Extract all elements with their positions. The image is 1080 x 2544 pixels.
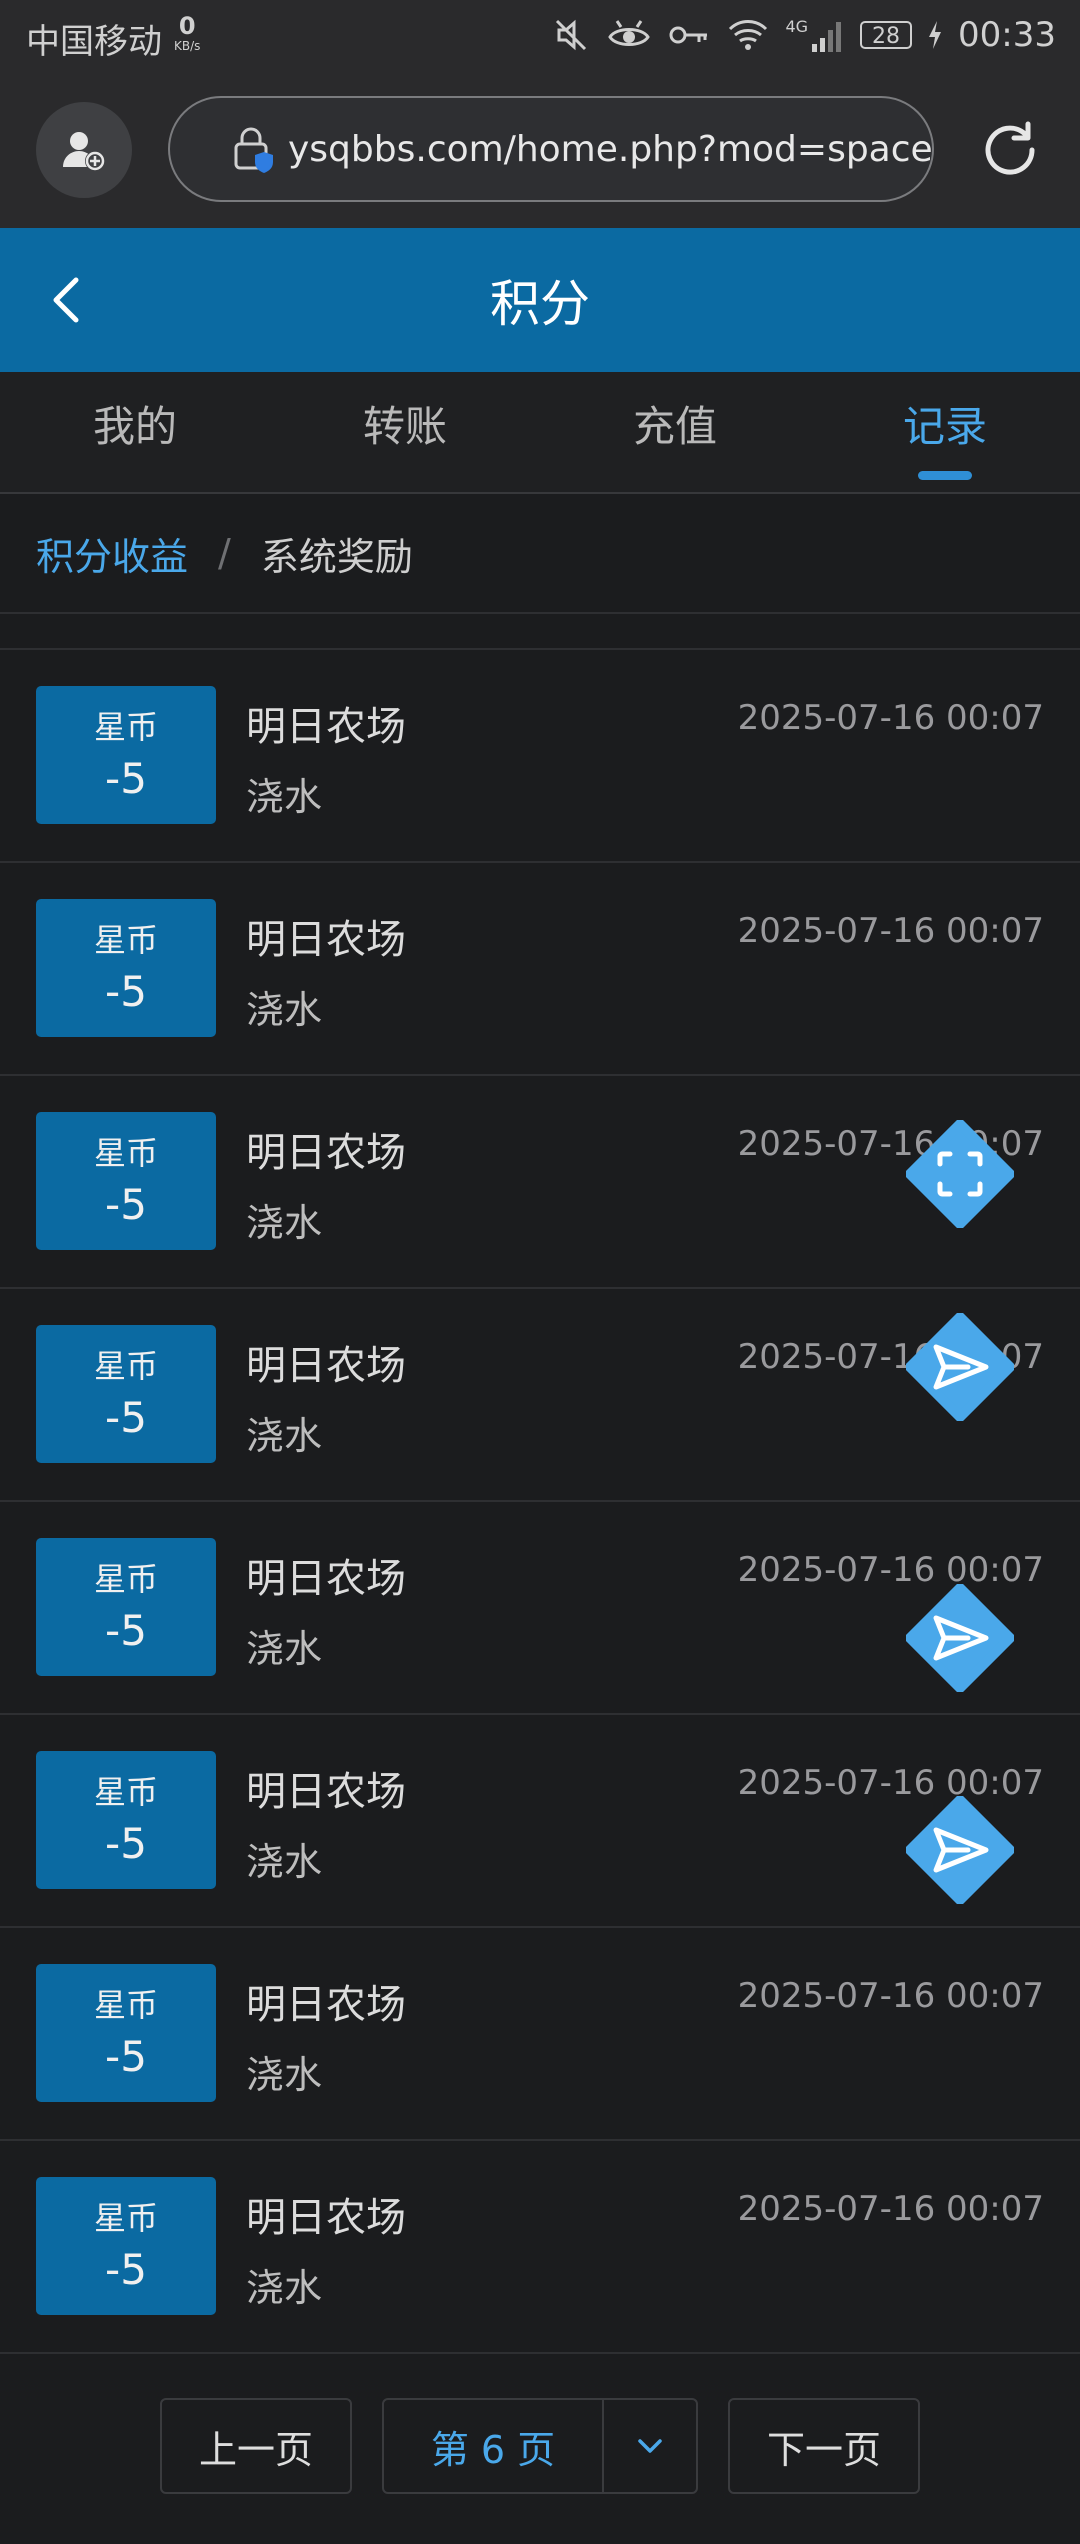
charging-icon — [929, 21, 942, 49]
screenshot-frame-icon[interactable] — [906, 1120, 1014, 1228]
credit-badge: 星币 -5 — [36, 1538, 216, 1676]
credit-type: 星币 — [93, 708, 158, 746]
chevron-down-icon — [638, 2439, 662, 2453]
record-subtitle: 浇水 — [246, 1201, 323, 1245]
url-text: ysqbbs.com/home.php?mod=spacecp — [288, 128, 934, 170]
credit-type: 星币 — [93, 1986, 158, 2024]
record-title: 明日农场 — [246, 1556, 406, 1602]
page-title: 积分 — [490, 275, 590, 333]
credit-amount: -5 — [105, 754, 147, 803]
status-icons: 4G 28 00:33 — [551, 10, 1056, 60]
credit-type: 星币 — [93, 1560, 158, 1598]
tab-bar: 我的 转账 充值 记录 — [0, 372, 1080, 494]
record-title: 明日农场 — [246, 1343, 406, 1389]
battery-indicator: 28 — [860, 21, 913, 49]
record-title: 明日农场 — [246, 1769, 406, 1815]
page-select[interactable]: 第 6 页 — [382, 2398, 698, 2494]
record-subtitle: 浇水 — [246, 1414, 323, 1458]
profile-button[interactable] — [36, 102, 132, 198]
net-speed-value: 0 — [178, 12, 196, 40]
eye-icon — [608, 20, 651, 46]
add-user-icon — [63, 132, 105, 171]
record-row: 星币 -5 明日农场 浇水 2025-07-16 00:07 — [0, 863, 1080, 1076]
credit-badge: 星币 -5 — [36, 1964, 216, 2102]
credit-type: 星币 — [93, 921, 158, 959]
credit-amount: -5 — [105, 1180, 147, 1229]
credit-badge: 星币 -5 — [36, 1325, 216, 1463]
credit-type: 星币 — [93, 1773, 158, 1811]
record-subtitle: 浇水 — [246, 1840, 323, 1884]
network-type-label: 4G — [785, 16, 809, 36]
page-dropdown-toggle[interactable] — [602, 2400, 696, 2492]
credit-amount: -5 — [105, 1606, 147, 1655]
address-bar[interactable]: ysqbbs.com/home.php?mod=spacecp — [168, 96, 934, 202]
credit-badge: 星币 -5 — [36, 1112, 216, 1250]
reload-icon[interactable] — [976, 116, 1044, 184]
pagination: 上一页 第 6 页 下一页 — [0, 2398, 1080, 2494]
record-row: 星币 -5 明日农场 浇水 2025-07-16 00:07 — [0, 1928, 1080, 2141]
breadcrumb-separator: / — [218, 531, 231, 575]
send-icon[interactable] — [906, 1584, 1014, 1692]
record-subtitle: 浇水 — [246, 2053, 323, 2097]
credit-type: 星币 — [93, 1347, 158, 1385]
tab-records[interactable]: 记录 — [810, 372, 1080, 492]
record-subtitle: 浇水 — [246, 1627, 323, 1671]
next-page-button[interactable]: 下一页 — [728, 2398, 920, 2494]
credit-badge: 星币 -5 — [36, 2177, 216, 2315]
record-time: 2025-07-16 00:07 — [737, 911, 1044, 951]
tab-transfer[interactable]: 转账 — [270, 372, 540, 492]
secure-lock-icon — [234, 127, 273, 173]
record-time: 2025-07-16 00:07 — [737, 1976, 1044, 2016]
net-speed-unit: KB/s — [174, 39, 201, 53]
credit-badge: 星币 -5 — [36, 899, 216, 1037]
record-title: 明日农场 — [246, 1982, 406, 2028]
credit-amount: -5 — [105, 1819, 147, 1868]
record-subtitle: 浇水 — [246, 988, 323, 1032]
credit-amount: -5 — [105, 1393, 147, 1442]
record-title: 明日农场 — [246, 2195, 406, 2241]
credit-type: 星币 — [93, 2199, 158, 2237]
prev-page-button[interactable]: 上一页 — [160, 2398, 352, 2494]
record-row: 星币 -5 明日农场 浇水 2025-07-16 00:07 — [0, 2141, 1080, 2354]
tab-recharge[interactable]: 充值 — [540, 372, 810, 492]
send-icon[interactable] — [906, 1313, 1014, 1421]
credit-badge: 星币 -5 — [36, 686, 216, 824]
credit-amount: -5 — [105, 967, 147, 1016]
credit-amount: -5 — [105, 2245, 147, 2294]
breadcrumb-link[interactable]: 积分收益 — [36, 526, 188, 581]
status-bar: 中国移动 0 KB/s 4G 28 00:33 — [0, 0, 1080, 74]
mute-icon — [556, 19, 587, 51]
app-header: 积分 — [0, 228, 1080, 372]
current-page: 第 6 页 — [430, 2427, 556, 2472]
net-speed: 0 KB/s — [174, 14, 200, 52]
send-icon[interactable] — [906, 1796, 1014, 1904]
record-title: 明日农场 — [246, 704, 406, 750]
record-row: 星币 -5 明日农场 浇水 2025-07-16 00:07 — [0, 650, 1080, 863]
record-subtitle: 浇水 — [246, 775, 323, 819]
record-subtitle: 浇水 — [246, 2266, 323, 2310]
breadcrumb-current: 系统奖励 — [260, 534, 413, 579]
clock: 00:33 — [958, 15, 1056, 55]
network-type: 4G — [785, 17, 844, 54]
key-icon — [669, 26, 708, 44]
signal-icon — [812, 21, 842, 52]
tab-mine[interactable]: 我的 — [0, 372, 270, 492]
credit-type: 星币 — [93, 1134, 158, 1172]
credit-badge: 星币 -5 — [36, 1751, 216, 1889]
back-arrow-icon[interactable] — [40, 270, 96, 330]
carrier-name: 中国移动 — [26, 22, 162, 62]
record-time: 2025-07-16 00:07 — [737, 698, 1044, 738]
record-title: 明日农场 — [246, 917, 406, 963]
credit-amount: -5 — [105, 2032, 147, 2081]
browser-toolbar: ysqbbs.com/home.php?mod=spacecp — [0, 74, 1080, 228]
record-time: 2025-07-16 00:07 — [737, 2189, 1044, 2229]
record-title: 明日农场 — [246, 1130, 406, 1176]
breadcrumb: 积分收益 / 系统奖励 — [0, 494, 1080, 614]
wifi-icon — [729, 20, 768, 50]
record-list: 星币 -5 明日农场 浇水 2025-07-16 00:07 星币 -5 明日农… — [0, 650, 1080, 2354]
